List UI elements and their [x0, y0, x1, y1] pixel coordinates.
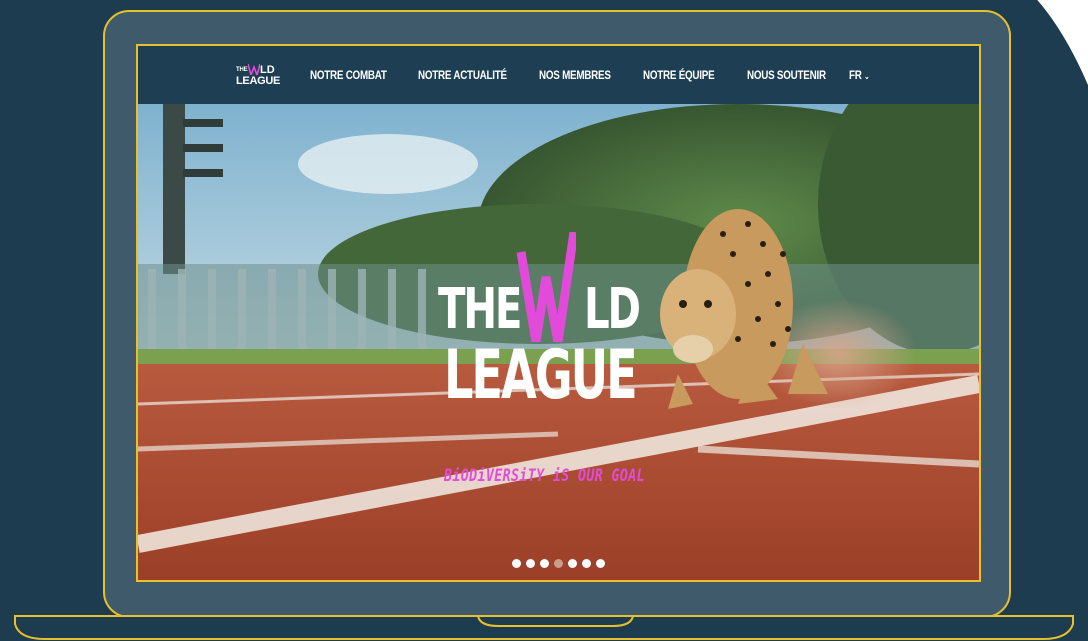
site-logo[interactable]: THE LD LEAGUE — [236, 64, 280, 90]
hero-carousel[interactable]: THE LD LEAGUE BiODiVERSiTY iS OUR GOAL — [138, 104, 979, 580]
carousel-dot-1[interactable] — [512, 559, 521, 568]
chevron-down-icon: ⌄ — [864, 72, 870, 81]
carousel-dot-2[interactable] — [526, 559, 535, 568]
carousel-dot-3[interactable] — [540, 559, 549, 568]
logo-w-claw-icon — [248, 64, 260, 75]
hero-logo-league: LEAGUE — [444, 336, 638, 415]
carousel-dot-6[interactable] — [582, 559, 591, 568]
carousel-pagination — [138, 559, 979, 568]
carousel-dot-7[interactable] — [596, 559, 605, 568]
nav-nos-membres[interactable]: NOS MEMBRES — [539, 68, 611, 82]
nav-notre-equipe[interactable]: NOTRE ÉQUIPE — [643, 68, 715, 82]
language-label: FR — [849, 68, 862, 82]
hero-logo-the: THE — [438, 277, 522, 342]
logo-league-text: LEAGUE — [236, 75, 281, 87]
hero-tagline: BiODiVERSiTY iS OUR GOAL — [444, 466, 645, 486]
laptop-screen: THE LD LEAGUE NOTRE COMBAT NOTRE ACTUALI… — [136, 44, 981, 582]
hero-brand-logo: THE LD LEAGUE BiODiVERSiTY iS OUR GOAL — [438, 232, 678, 486]
language-selector[interactable]: FR ⌄ — [849, 68, 870, 82]
nav-notre-combat[interactable]: NOTRE COMBAT — [310, 68, 387, 82]
site-navbar: THE LD LEAGUE NOTRE COMBAT NOTRE ACTUALI… — [138, 46, 979, 104]
hero-logo-w-claw-icon — [516, 232, 576, 342]
laptop-base — [14, 615, 1074, 640]
nav-notre-actualite[interactable]: NOTRE ACTUALITÉ — [418, 68, 507, 82]
nav-nous-soutenir[interactable]: NOUS SOUTENIR — [747, 68, 826, 82]
logo-the-text: THE — [236, 67, 248, 73]
hero-logo-ld: LD — [584, 277, 641, 342]
carousel-dot-5[interactable] — [568, 559, 577, 568]
decorative-swoosh — [1037, 0, 1088, 86]
carousel-dot-4[interactable] — [554, 559, 563, 568]
